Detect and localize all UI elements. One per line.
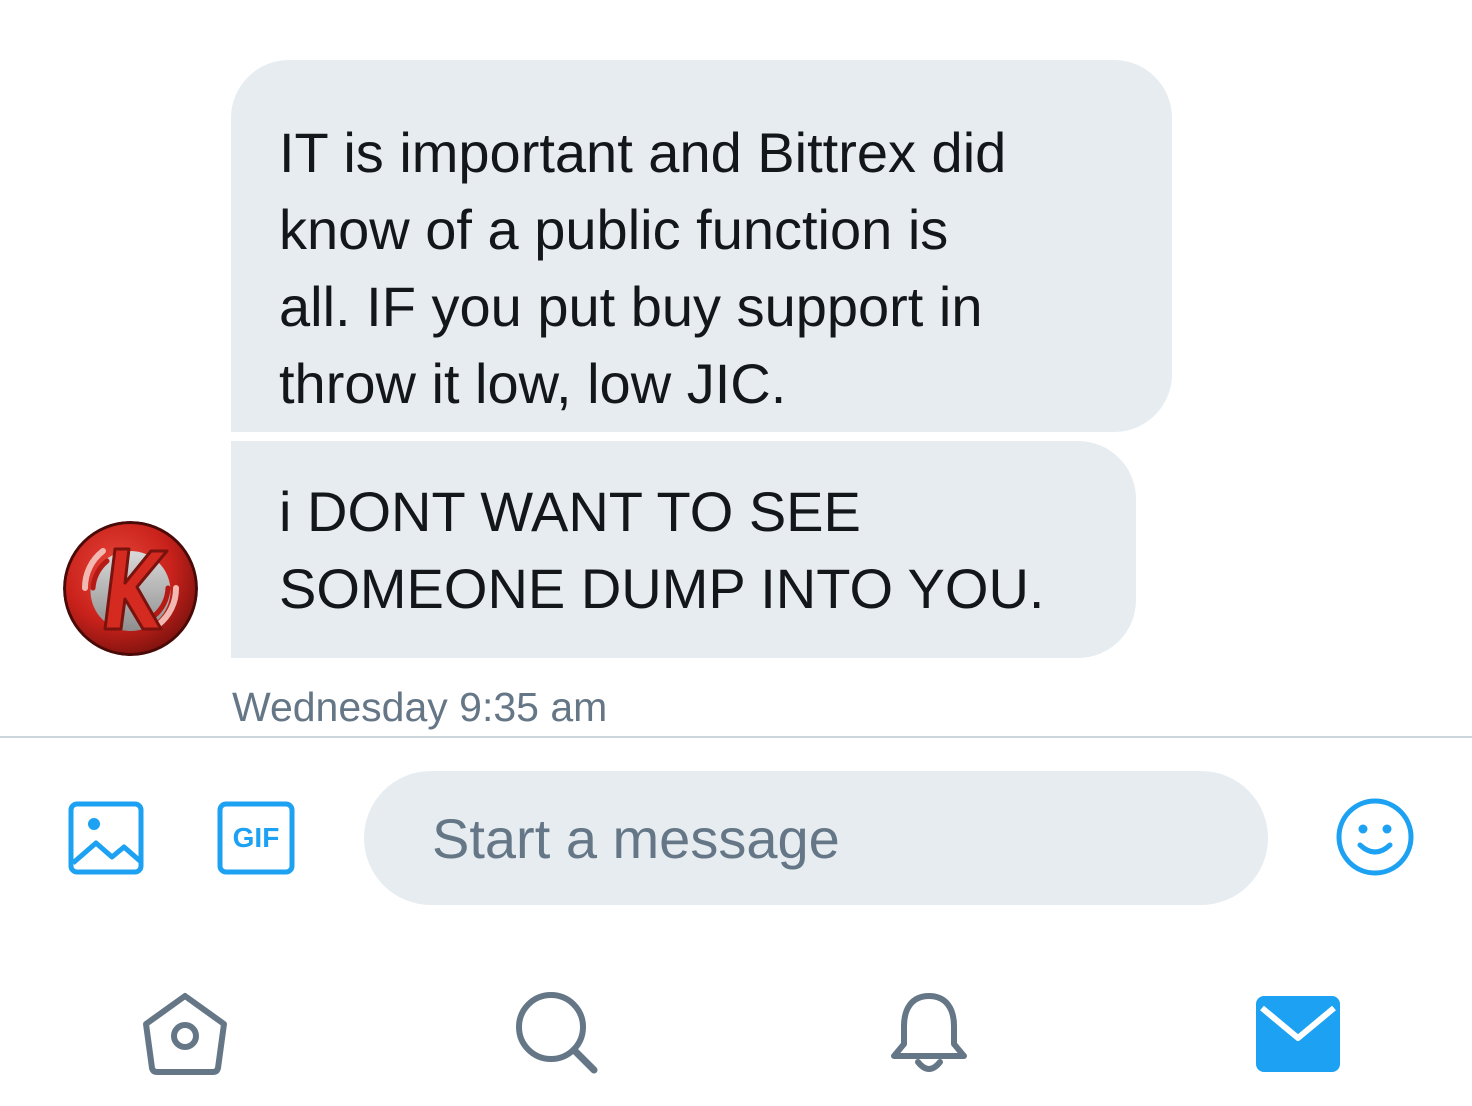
sender-avatar[interactable] [63,521,198,656]
bottom-tab-bar [0,960,1472,1106]
message-input[interactable] [364,771,1268,905]
emoji-button[interactable] [1335,797,1415,877]
tab-search[interactable] [514,990,600,1076]
tab-home[interactable] [140,990,230,1076]
bell-icon [891,993,967,1072]
gif-icon: GIF [217,801,295,875]
message-thread[interactable]: IT is important and Bittrex did know of … [0,0,1472,737]
message-bubble[interactable]: i DONT WANT TO SEE SOMEONE DUMP INTO YOU… [231,441,1136,658]
message-timestamp: Wednesday 9:35 am [232,684,608,730]
smiley-icon [1336,798,1414,876]
message-bubble[interactable]: IT is important and Bittrex did know of … [231,60,1172,432]
tab-messages[interactable] [1256,996,1340,1072]
search-icon [516,992,598,1074]
tab-notifications[interactable] [886,990,972,1076]
dm-conversation-screen: IT is important and Bittrex did know of … [0,0,1472,1106]
gif-label: GIF [233,822,280,853]
image-icon [68,801,144,875]
message-composer: GIF [0,738,1472,938]
envelope-icon [1256,996,1340,1072]
add-photo-button[interactable] [68,801,144,875]
home-icon [143,993,227,1075]
add-gif-button[interactable]: GIF [217,801,295,875]
k-logo-avatar-icon [63,521,198,656]
